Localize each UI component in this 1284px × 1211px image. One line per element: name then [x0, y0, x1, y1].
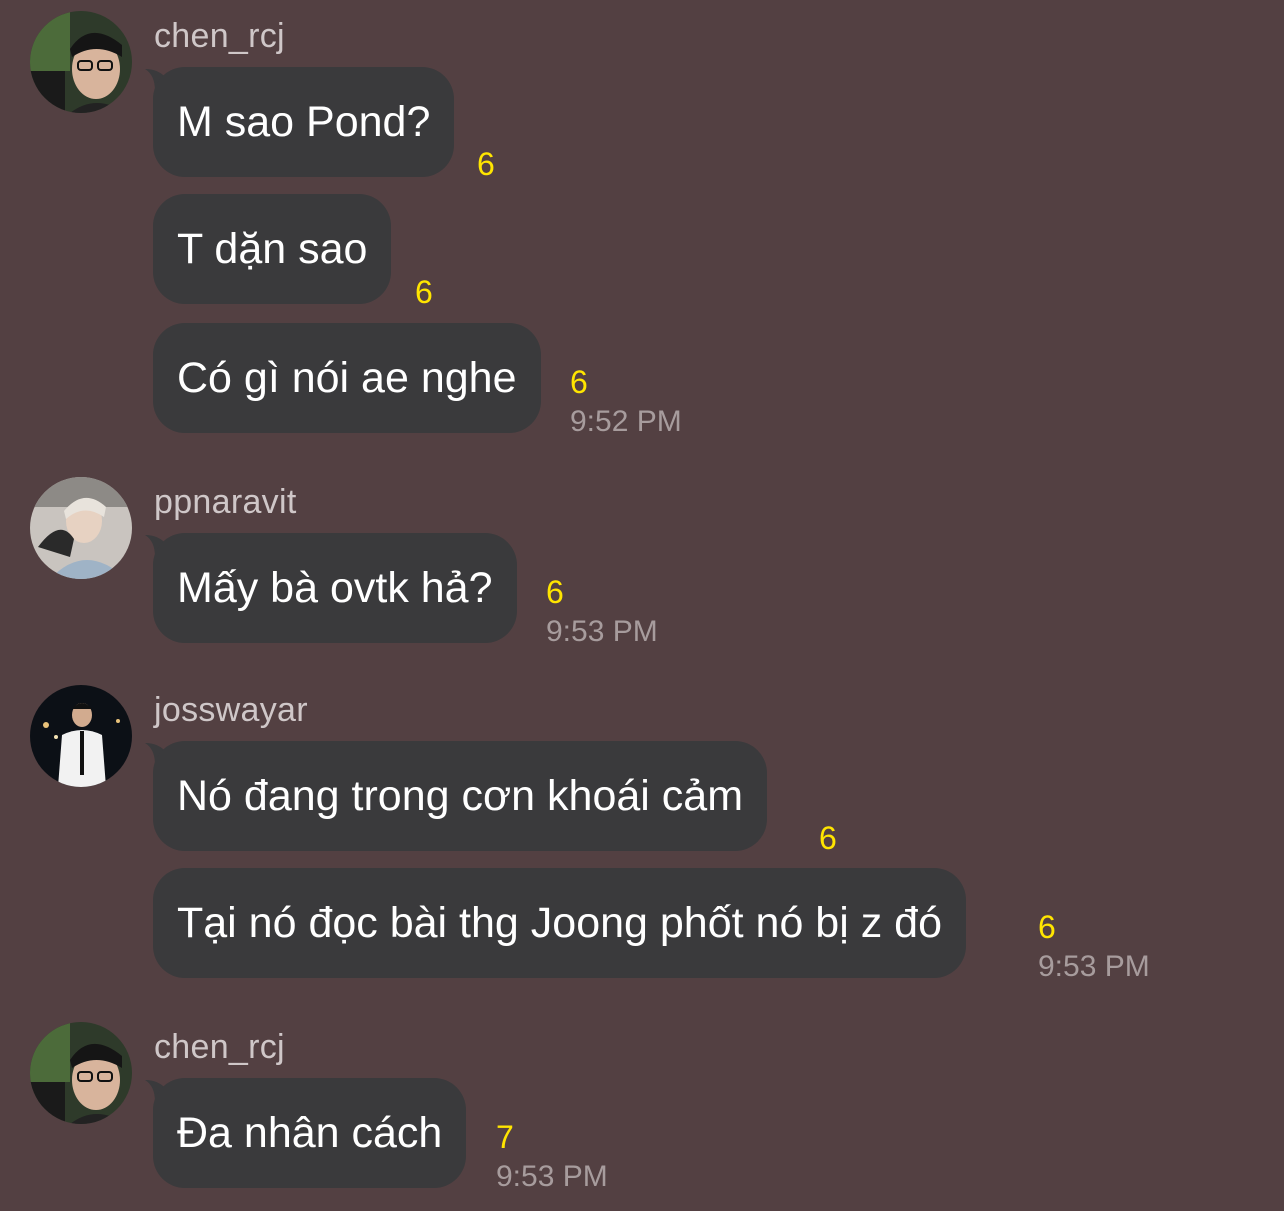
reaction-count[interactable]: 6 [477, 146, 495, 182]
reaction-count[interactable]: 6 [546, 574, 564, 610]
reaction-count[interactable]: 7 [496, 1119, 514, 1155]
message-bubble[interactable]: Mấy bà ovtk hả? [153, 533, 517, 643]
avatar[interactable] [30, 477, 132, 579]
reaction-count[interactable]: 6 [415, 274, 433, 310]
timestamp: 9:53 PM [496, 1160, 608, 1193]
timestamp: 9:52 PM [570, 405, 682, 438]
sender-name: ppnaravit [154, 483, 297, 521]
sender-name: chen_rcj [154, 1028, 285, 1066]
sender-name: josswayar [154, 691, 308, 729]
reaction-count[interactable]: 6 [570, 364, 588, 400]
message-bubble[interactable]: Tại nó đọc bài thg Joong phốt nó bị z đó [153, 868, 966, 978]
sender-name: chen_rcj [154, 17, 285, 55]
timestamp: 9:53 PM [546, 615, 658, 648]
reaction-count[interactable]: 6 [1038, 909, 1056, 945]
avatar[interactable] [30, 11, 132, 113]
avatar[interactable] [30, 1022, 132, 1124]
message-bubble[interactable]: T dặn sao [153, 194, 392, 304]
message-bubble[interactable]: Có gì nói ae nghe [153, 323, 541, 433]
message-bubble[interactable]: Đa nhân cách [153, 1078, 467, 1188]
avatar[interactable] [30, 685, 132, 787]
message-bubble[interactable]: Nó đang trong cơn khoái cảm [153, 741, 768, 851]
reaction-count[interactable]: 6 [819, 820, 837, 856]
message-bubble[interactable]: M sao Pond? [153, 67, 455, 177]
timestamp: 9:53 PM [1038, 950, 1150, 983]
